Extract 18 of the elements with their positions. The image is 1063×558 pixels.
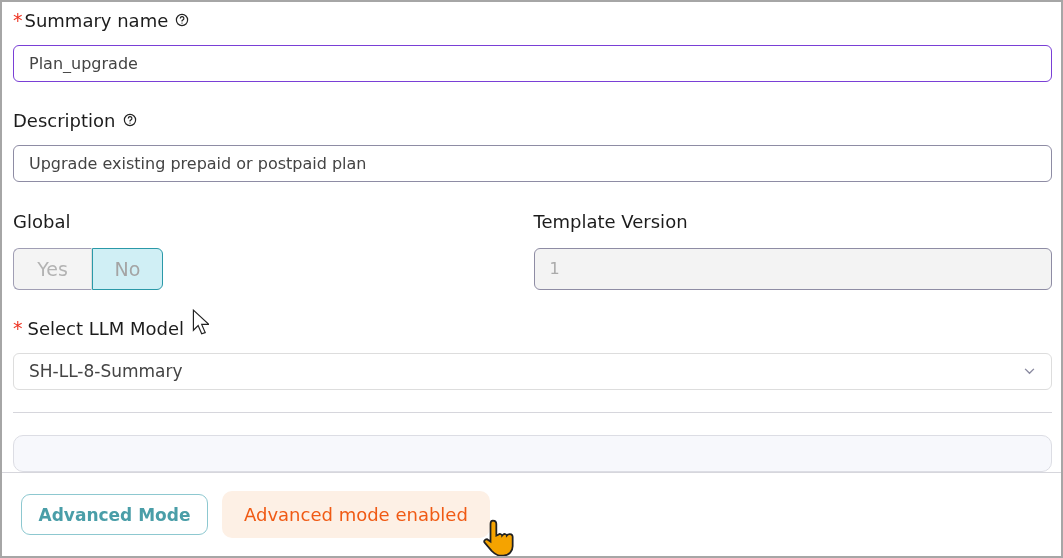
toggle-option[interactable]: Yes [13,247,92,290]
help-icon[interactable] [175,13,190,28]
model-dropdown[interactable]: SH-LL-8-Summary [13,352,1052,390]
required-asterisk: * [13,317,23,340]
text-field[interactable]: Plan_upgrade [13,44,1052,82]
field-label: Template Version [533,211,688,233]
arrow-cursor-icon [192,309,209,335]
field-label: Summary name [24,9,169,31]
help-icon[interactable] [122,113,137,128]
advanced-mode-button[interactable]: Advanced Mode [21,494,208,535]
toggle-option[interactable]: No [92,247,163,290]
required-asterisk: * [13,9,23,32]
field-label: Global [13,211,71,233]
field-label: Description [13,109,116,131]
text-field[interactable]: Upgrade existing prepaid or postpaid plan [13,144,1052,182]
status-badge: Advanced mode enabled [222,491,490,538]
field-label: Select LLM Model [27,317,185,339]
chevron-down-icon [1024,367,1035,375]
